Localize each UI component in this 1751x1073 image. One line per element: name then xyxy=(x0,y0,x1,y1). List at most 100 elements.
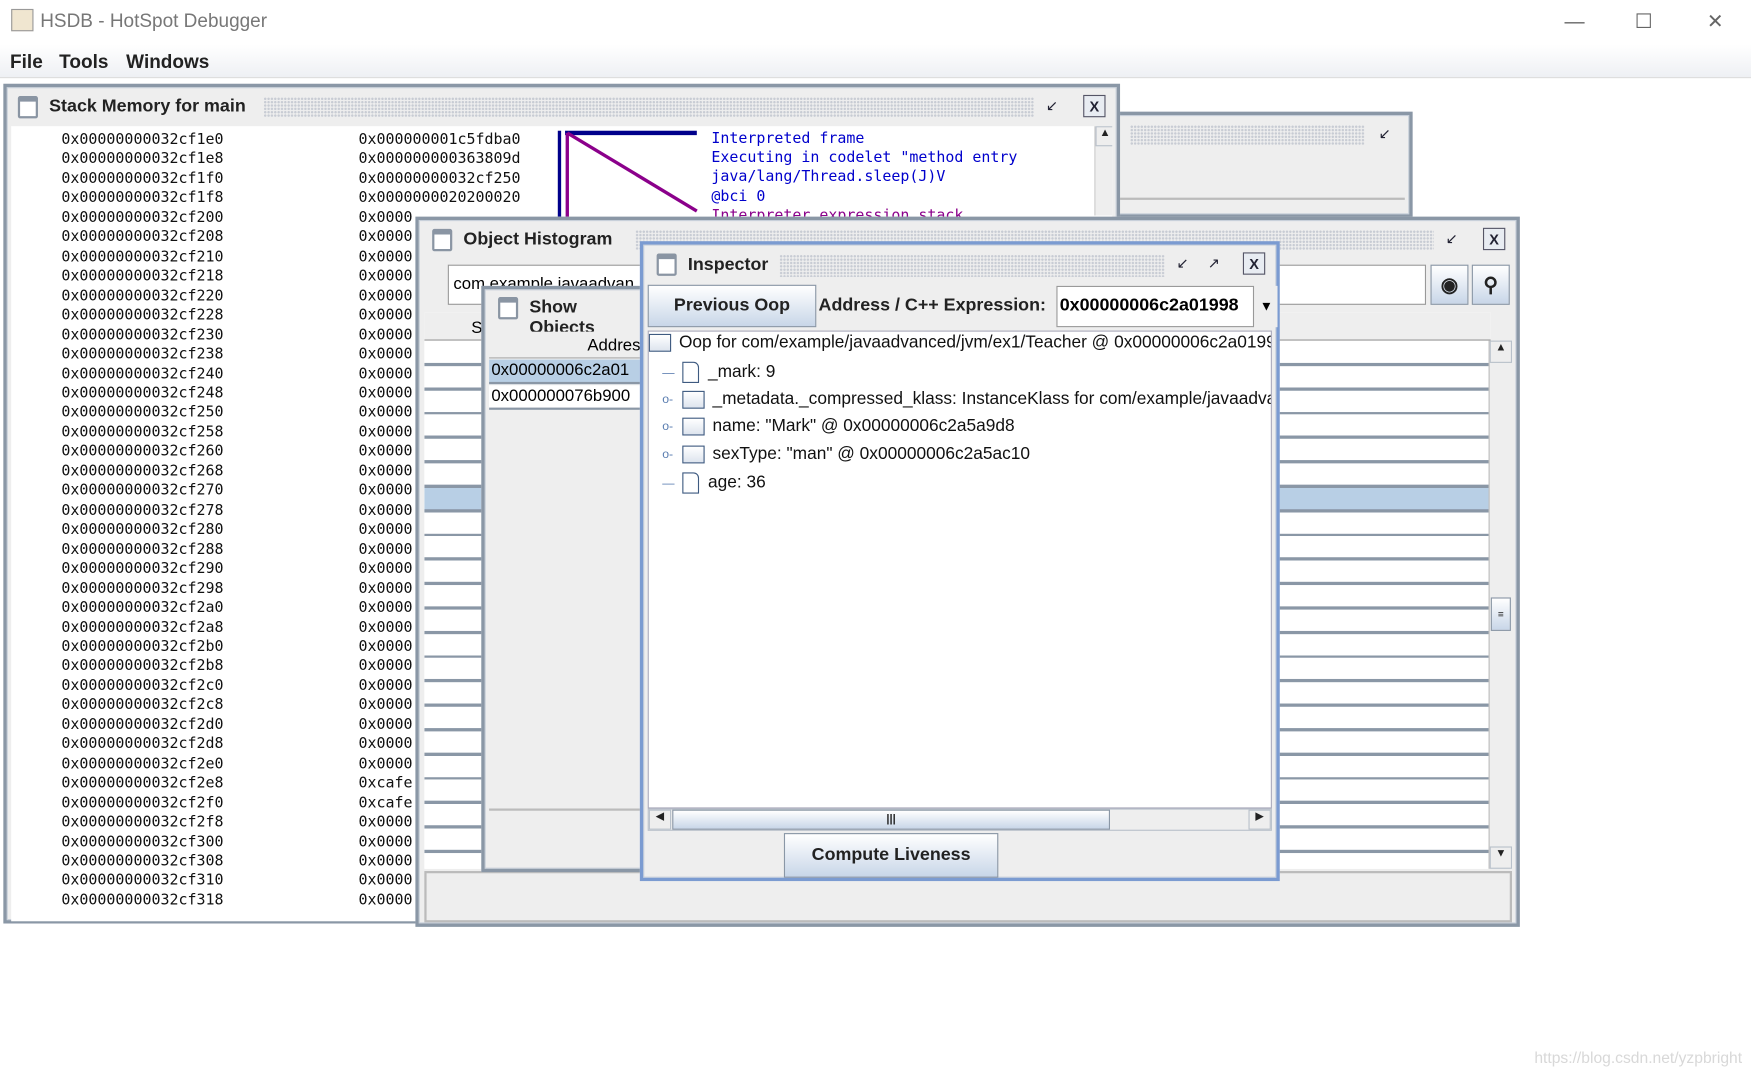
stack-value: 0x0000 xyxy=(358,424,413,441)
show-objects-window[interactable]: Show Objects Address 0x00000006c2a01 0x0… xyxy=(481,285,649,873)
tree-node-label: age: 36 xyxy=(707,472,766,492)
binoculars-icon[interactable]: ◉ xyxy=(1430,264,1469,305)
stack-value: 0x0000 xyxy=(358,209,413,227)
inspector-window[interactable]: Inspector ↙ ↗ X Previous Oop Address / C… xyxy=(639,241,1280,882)
stack-value: 0x0000 xyxy=(358,385,413,402)
stack-value: 0x0000 xyxy=(358,248,413,266)
frame-icon xyxy=(498,297,519,320)
oop-tree[interactable]: Oop for com/example/javaadvanced/jvm/ex1… xyxy=(647,330,1272,809)
frame-content xyxy=(1118,155,1405,200)
close-button[interactable]: ✕ xyxy=(1693,7,1738,36)
object-row[interactable]: 0x000000076b900 xyxy=(489,385,646,410)
stack-address: 0x00000000032cf310 xyxy=(61,872,224,890)
stack-address: 0x00000000032cf2b8 xyxy=(61,658,224,675)
stack-value: 0xcafe xyxy=(358,775,413,792)
stack-address: 0x00000000032cf228 xyxy=(61,307,224,324)
document-icon xyxy=(682,361,700,384)
stack-address: 0x00000000032cf2f0 xyxy=(61,794,224,812)
stack-value: 0x0000 xyxy=(358,443,413,461)
scroll-up-button[interactable]: ▲ xyxy=(1095,126,1113,147)
stack-value: 0x0000 xyxy=(358,892,413,909)
vertical-scrollbar[interactable]: ▲ xyxy=(1094,126,1113,216)
stack-address: 0x00000000032cf2c8 xyxy=(61,697,224,714)
expand-handle-icon[interactable]: o- xyxy=(662,420,682,433)
stack-value: 0x0000 xyxy=(358,580,413,597)
stack-address: 0x00000000032cf238 xyxy=(61,346,224,363)
window-title: Stack Memory for main xyxy=(49,97,246,117)
stack-address: 0x00000000032cf2c0 xyxy=(61,677,224,695)
stack-address: 0x00000000032cf268 xyxy=(61,463,224,480)
stack-value: 0x0000 xyxy=(358,541,413,558)
watermark: https://blog.csdn.net/yzpbright xyxy=(1534,1048,1743,1067)
tree-line: — xyxy=(662,365,675,380)
stack-address: 0x00000000032cf250 xyxy=(61,404,224,422)
scroll-right-button[interactable]: ▶ xyxy=(1248,809,1271,830)
stack-value: 0x000000000363809d xyxy=(358,151,521,169)
menu-tools[interactable]: Tools xyxy=(59,51,108,73)
scroll-down-button[interactable]: ▼ xyxy=(1489,846,1513,869)
tree-node[interactable]: — _mark: 9 xyxy=(662,361,776,384)
stack-address: 0x00000000032cf2e0 xyxy=(61,755,224,773)
address-dropdown-button[interactable]: ▼ xyxy=(1255,285,1278,328)
close-frame-icon[interactable]: X xyxy=(1242,252,1266,275)
magnifier-icon[interactable]: ⚲ xyxy=(1471,264,1510,305)
scroll-thumb[interactable]: ||| xyxy=(672,809,1110,830)
document-icon xyxy=(682,472,700,494)
stack-value: 0x0000 xyxy=(358,755,413,773)
stack-value: 0x0000 xyxy=(358,326,413,344)
maximize-button[interactable]: ☐ xyxy=(1621,7,1666,36)
frame-annotation: Executing in codelet "method entry xyxy=(711,149,1018,167)
scroll-thumb[interactable]: ≡ xyxy=(1490,597,1511,631)
iconify-icon[interactable]: ↙ xyxy=(1041,95,1063,117)
menu-bar: File Tools Windows xyxy=(0,44,1751,79)
tree-node-label: _mark: 9 xyxy=(707,362,776,382)
address-input[interactable]: 0x00000006c2a01998 xyxy=(1056,285,1255,328)
stack-address: 0x00000000032cf200 xyxy=(61,209,224,227)
stack-value: 0x0000 xyxy=(358,560,413,578)
tree-node[interactable]: o-name: "Mark" @ 0x00000006c2a5a9d8 xyxy=(662,417,1015,437)
scroll-left-button[interactable]: ◀ xyxy=(648,809,672,830)
app-title-bar: HSDB - HotSpot Debugger — ☐ ✕ xyxy=(0,0,1751,43)
stack-address: 0x00000000032cf318 xyxy=(61,892,224,909)
stack-value: 0x0000 xyxy=(358,229,413,247)
compute-liveness-button[interactable]: Compute Liveness xyxy=(783,833,999,878)
tree-line: — xyxy=(662,476,675,490)
tree-node-label: _metadata._compressed_klass: InstanceKla… xyxy=(712,389,1272,409)
stack-value: 0xcafe xyxy=(358,794,413,812)
menu-windows[interactable]: Windows xyxy=(126,51,209,73)
previous-oop-button[interactable]: Previous Oop xyxy=(647,284,817,328)
stack-address: 0x00000000032cf2d0 xyxy=(61,716,224,734)
iconify-icon[interactable]: ↙ xyxy=(1171,252,1193,274)
stack-address: 0x00000000032cf288 xyxy=(61,541,224,558)
stack-address: 0x00000000032cf1e0 xyxy=(61,131,224,149)
close-frame-icon[interactable]: X xyxy=(1083,94,1106,118)
stack-address: 0x00000000032cf280 xyxy=(61,521,224,539)
close-frame-icon[interactable]: X xyxy=(1482,227,1506,251)
tree-node[interactable]: — age: 36 xyxy=(662,472,766,494)
horizontal-scrollbar[interactable]: ◀ ||| ▶ xyxy=(647,808,1272,831)
maximize-frame-icon[interactable]: ↗ xyxy=(1203,252,1225,274)
folder-icon xyxy=(682,390,705,409)
stack-value: 0x0000 xyxy=(358,853,413,870)
expand-handle-icon[interactable]: o- xyxy=(662,393,682,406)
java-app-icon xyxy=(11,8,34,32)
iconify-icon[interactable]: ↙ xyxy=(1441,228,1463,250)
menu-file[interactable]: File xyxy=(10,51,43,73)
frame-annotation: @bci 0 xyxy=(711,188,766,206)
object-row[interactable]: 0x00000006c2a01 xyxy=(489,359,646,385)
stack-value: 0x0000000020200020 xyxy=(358,190,521,208)
stack-value: 0x0000 xyxy=(358,502,413,519)
minimize-button[interactable]: — xyxy=(1552,7,1597,36)
tree-node[interactable]: o-sexType: "man" @ 0x00000006c2a5ac10 xyxy=(662,444,1030,464)
app-title: HSDB - HotSpot Debugger xyxy=(40,10,268,32)
tree-node[interactable]: o- _metadata._compressed_klass: InstanceK… xyxy=(662,389,1272,410)
tree-node[interactable]: Oop for com/example/javaadvanced/jvm/ex1… xyxy=(648,333,1271,353)
background-internal-frame[interactable]: ↙ xyxy=(1111,111,1413,218)
divider xyxy=(489,808,646,811)
expand-handle-icon[interactable]: o- xyxy=(662,448,682,461)
minimize-frame-icon[interactable]: ↙ xyxy=(1374,123,1396,145)
vertical-scrollbar[interactable]: ▲ ≡ ▼ xyxy=(1488,340,1513,869)
stack-address: 0x00000000032cf1f8 xyxy=(61,190,224,208)
scroll-up-button[interactable]: ▲ xyxy=(1489,340,1513,363)
stack-value: 0x0000 xyxy=(358,697,413,714)
